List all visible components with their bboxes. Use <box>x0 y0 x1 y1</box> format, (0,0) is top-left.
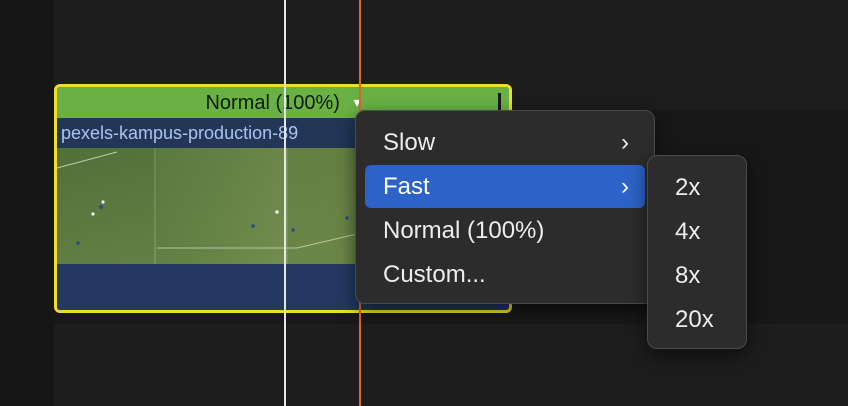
skimmer-line[interactable] <box>284 0 286 406</box>
retime-speed-label: Normal (100%) <box>205 92 340 114</box>
menu-item-slow[interactable]: Slow › <box>365 121 645 164</box>
menu-item-label: Slow <box>383 129 436 156</box>
submenu-item-4x[interactable]: 4x <box>656 210 738 253</box>
menu-item-normal[interactable]: Normal (100%) <box>365 209 645 252</box>
menu-item-label: Custom... <box>383 261 486 288</box>
menu-item-label: Normal (100%) <box>383 217 545 244</box>
timeline-left-gutter <box>0 0 54 406</box>
submenu-item-20x[interactable]: 20x <box>656 298 738 341</box>
menu-item-fast[interactable]: Fast › <box>365 165 645 208</box>
retime-speed-menu: Slow › Fast › Normal (100%) Custom... <box>355 110 655 304</box>
menu-item-label: Fast <box>383 173 430 200</box>
submenu-arrow-icon: › <box>621 173 629 200</box>
submenu-arrow-icon: › <box>621 129 629 156</box>
submenu-item-8x[interactable]: 8x <box>656 254 738 297</box>
fast-speed-submenu: 2x 4x 8x 20x <box>647 155 747 349</box>
submenu-item-2x[interactable]: 2x <box>656 166 738 209</box>
menu-item-custom[interactable]: Custom... <box>365 253 645 296</box>
